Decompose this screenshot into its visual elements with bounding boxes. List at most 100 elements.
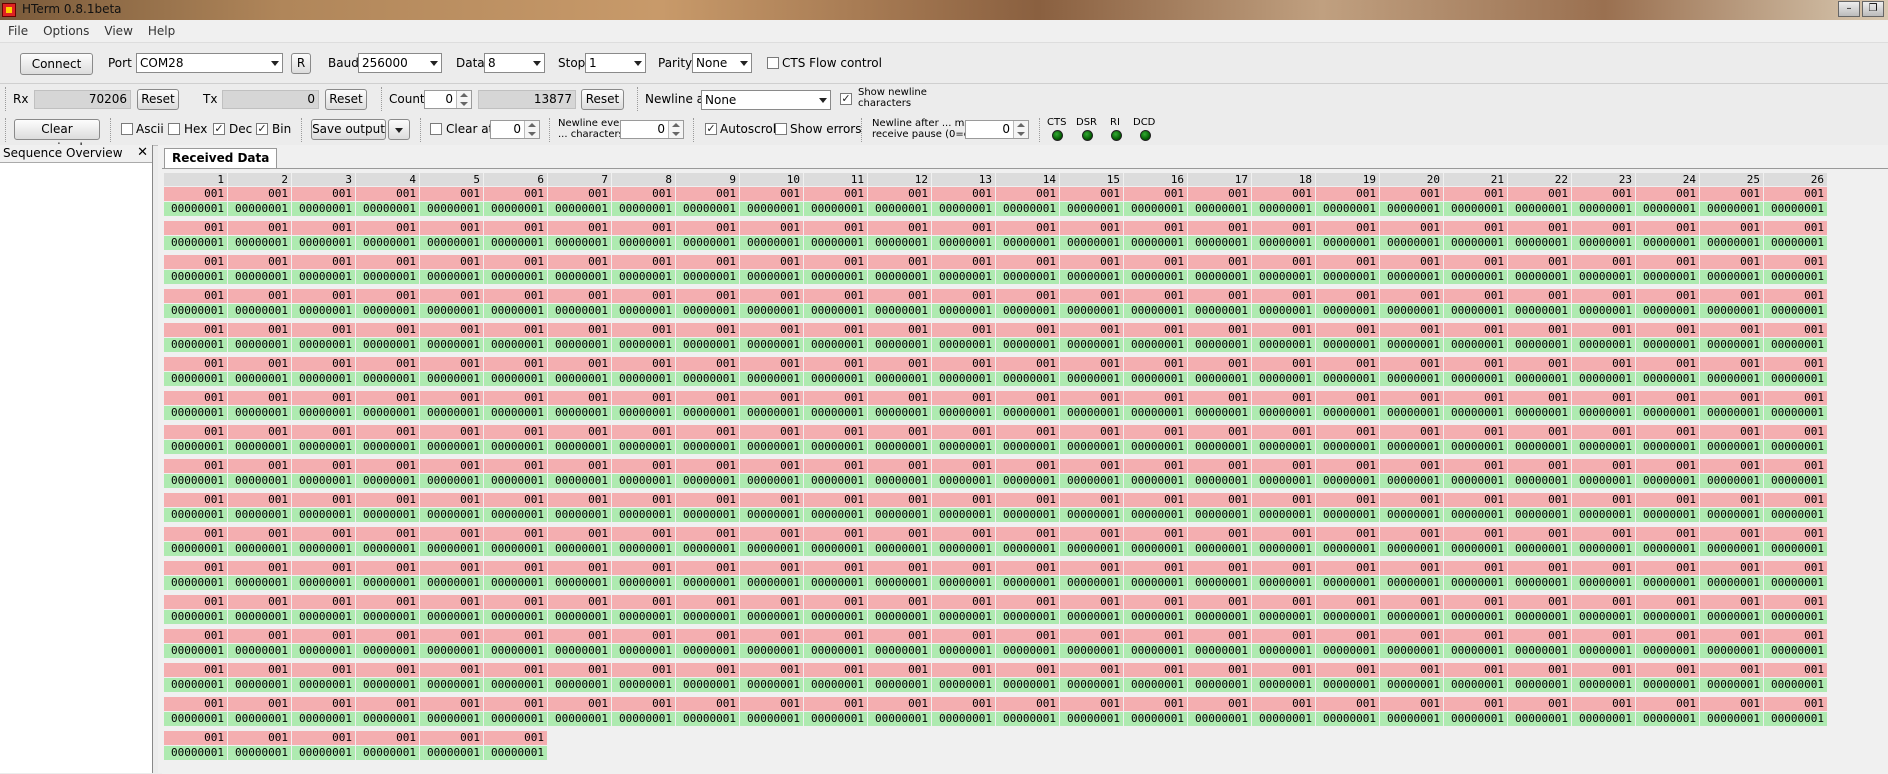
dec-value-cell: 001 <box>1444 527 1507 541</box>
refresh-ports-button[interactable]: R <box>291 53 311 74</box>
tx-reset-button[interactable]: Reset <box>325 89 367 110</box>
dec-value-cell: 001 <box>804 663 867 677</box>
bin-value-cell: 00000001 <box>804 712 867 726</box>
spinner-arrows-icon[interactable] <box>524 121 539 138</box>
dec-value-cell: 001 <box>1572 595 1635 609</box>
dec-value-cell: 001 <box>1124 561 1187 575</box>
bin-value-cell: 00000001 <box>420 270 483 284</box>
ascii-checkbox[interactable] <box>121 123 133 135</box>
close-icon[interactable]: ✕ <box>137 145 148 160</box>
dec-value-cell: 001 <box>740 391 803 405</box>
hex-checkbox[interactable] <box>168 123 180 135</box>
count-reset-button[interactable]: Reset <box>581 89 624 110</box>
bin-value-cell: 00000001 <box>868 406 931 420</box>
received-data-view[interactable]: 1 2 3 4 5 6 7 8 9 10 11 12 13 14 15 16 17 18 19 20 21 22 23 24 2… <box>162 168 1888 774</box>
bin-value-cell: 00000001 <box>420 746 483 760</box>
dec-value-cell: 001 <box>868 391 931 405</box>
dec-value-cell: 001 <box>1188 391 1251 405</box>
bin-value-cell: 00000001 <box>932 644 995 658</box>
dec-value-cell: 001 <box>1252 255 1315 269</box>
connect-button[interactable]: Connect <box>20 53 93 75</box>
bin-value-cell: 00000001 <box>676 202 739 216</box>
dec-value-cell: 001 <box>1124 425 1187 439</box>
show-errors-label: Show errors <box>790 122 862 136</box>
baud-select[interactable]: 256000 <box>358 53 442 73</box>
dec-value-cell: 001 <box>548 255 611 269</box>
dec-value-cell: 001 <box>868 561 931 575</box>
menu-view[interactable]: View <box>96 24 139 38</box>
dec-value-cell: 001 <box>1252 425 1315 439</box>
bin-value-cell: 00000001 <box>356 270 419 284</box>
menu-options[interactable]: Options <box>35 24 96 38</box>
clear-at-checkbox[interactable] <box>430 123 442 135</box>
dec-value-cell: 001 <box>292 731 355 745</box>
bin-value-cell: 00000001 <box>420 610 483 624</box>
dec-value-cell: 001 <box>868 255 931 269</box>
bin-value-cell: 00000001 <box>804 338 867 352</box>
newline-every-spinner[interactable]: 0 <box>620 120 684 139</box>
bin-value-cell: 00000001 <box>228 474 291 488</box>
autoscroll-checkbox[interactable]: ✓ <box>705 123 717 135</box>
dec-value-cell: 001 <box>932 357 995 371</box>
parity-select[interactable]: None <box>692 53 752 73</box>
bin-value-cell: 00000001 <box>804 202 867 216</box>
count-spinner[interactable]: 0 <box>424 90 472 109</box>
bin-checkbox[interactable]: ✓ <box>256 123 268 135</box>
dec-value-cell: 001 <box>1572 527 1635 541</box>
spinner-arrows-icon[interactable] <box>1013 121 1028 138</box>
bin-value-cell: 00000001 <box>804 610 867 624</box>
bin-value-cell: 00000001 <box>228 304 291 318</box>
show-newline-checkbox[interactable]: ✓ <box>840 93 852 105</box>
menu-file[interactable]: File <box>0 24 35 38</box>
bin-value-cell: 00000001 <box>1380 338 1443 352</box>
dec-value-cell: 001 <box>1252 357 1315 371</box>
tab-received-data[interactable]: Received Data <box>164 148 278 168</box>
bin-value-cell: 00000001 <box>1636 712 1699 726</box>
bin-value-cell: 00000001 <box>356 644 419 658</box>
cts-flow-checkbox[interactable] <box>767 57 779 69</box>
menu-help[interactable]: Help <box>140 24 182 38</box>
minimize-button[interactable]: – <box>1838 1 1860 17</box>
bin-value-cell: 00000001 <box>1636 270 1699 284</box>
bin-value-cell: 00000001 <box>356 440 419 454</box>
spinner-arrows-icon[interactable] <box>456 91 471 108</box>
dec-value-cell: 001 <box>1572 323 1635 337</box>
dec-value-cell: 001 <box>1252 663 1315 677</box>
bin-value-cell: 00000001 <box>1508 236 1571 250</box>
dec-value-cell: 001 <box>932 289 995 303</box>
clear-at-spinner[interactable]: 0 <box>490 120 540 139</box>
bin-value-cell: 00000001 <box>228 406 291 420</box>
bin-value-cell: 00000001 <box>1124 406 1187 420</box>
rx-reset-button[interactable]: Reset <box>137 89 179 110</box>
cts-signal-label: CTS <box>1047 117 1067 128</box>
bin-value-cell: 00000001 <box>228 372 291 386</box>
dec-value-cell: 001 <box>1636 493 1699 507</box>
save-output-button[interactable]: Save output <box>311 119 386 140</box>
bin-value-cell: 00000001 <box>932 610 995 624</box>
bin-value-cell: 00000001 <box>932 202 995 216</box>
port-select[interactable]: COM28 <box>136 53 283 73</box>
bin-value-cell: 00000001 <box>1700 542 1763 556</box>
dec-value-cell: 001 <box>804 289 867 303</box>
newline-after-spinner[interactable]: 0 <box>965 120 1029 139</box>
bin-value-cell: 00000001 <box>420 372 483 386</box>
dec-value-cell: 001 <box>676 595 739 609</box>
newline-at-select[interactable]: None <box>701 90 831 110</box>
dec-value-cell: 001 <box>420 187 483 201</box>
dec-value-cell: 001 <box>484 663 547 677</box>
show-errors-checkbox[interactable] <box>775 123 787 135</box>
bin-value-cell: 00000001 <box>228 644 291 658</box>
maximize-button[interactable]: ❐ <box>1862 1 1884 17</box>
stop-bits-select[interactable]: 1 <box>585 53 646 73</box>
bin-value-cell: 00000001 <box>1380 236 1443 250</box>
clear-received-button[interactable]: Clear received <box>14 119 100 155</box>
dec-value-cell: 001 <box>1316 391 1379 405</box>
dec-value-cell: 001 <box>356 527 419 541</box>
bin-value-cell: 00000001 <box>292 508 355 522</box>
dec-value-cell: 001 <box>1572 187 1635 201</box>
bin-value-cell: 00000001 <box>484 202 547 216</box>
dec-checkbox[interactable]: ✓ <box>213 123 225 135</box>
data-bits-select[interactable]: 8 <box>484 53 545 73</box>
spinner-arrows-icon[interactable] <box>668 121 683 138</box>
save-output-menu-button[interactable] <box>388 119 410 140</box>
